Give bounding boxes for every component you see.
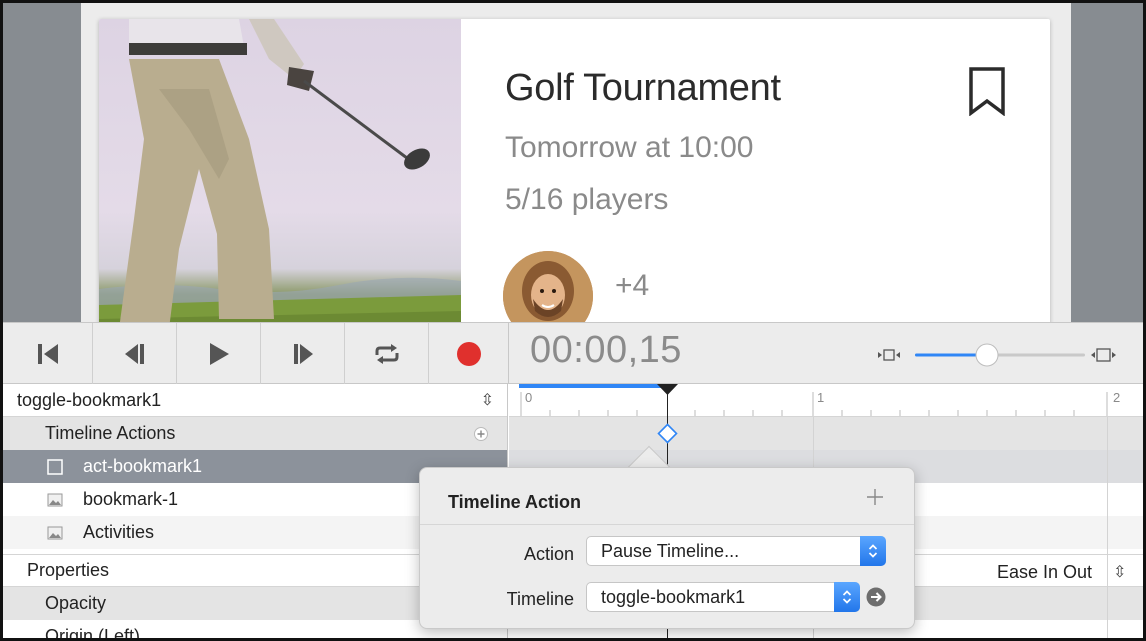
timeline-actions-label: Timeline Actions xyxy=(45,423,176,443)
rectangle-icon xyxy=(47,458,63,475)
ruler-label: 0 xyxy=(525,390,533,405)
current-time-display: 00:00,15 xyxy=(530,329,682,371)
popover-title: Timeline Action xyxy=(448,492,582,512)
image-icon xyxy=(47,526,63,539)
scene-preview: Golf Tournament Tomorrow at 10:00 5/16 p… xyxy=(3,3,1143,322)
image-icon xyxy=(47,493,63,506)
timeline-popup[interactable]: toggle-bookmark1 xyxy=(586,582,860,612)
timeline-actions-header: Timeline Actions xyxy=(3,417,507,450)
ruler-label: 1 xyxy=(817,390,825,405)
loop-button[interactable] xyxy=(345,323,429,384)
skip-to-start-button[interactable] xyxy=(3,323,93,384)
property-label: Opacity xyxy=(45,593,107,613)
timeline-action-popover: Timeline Action Action Pause Timeline...… xyxy=(419,467,915,629)
timeline-zoom-slider[interactable] xyxy=(873,343,1123,367)
add-action-icon[interactable] xyxy=(474,427,488,441)
step-forward-icon xyxy=(293,343,313,364)
step-back-icon xyxy=(124,343,144,364)
event-title: Golf Tournament xyxy=(505,67,781,109)
chevron-updown-icon xyxy=(834,582,860,612)
step-back-button[interactable] xyxy=(93,323,177,384)
property-label: Origin (Left) xyxy=(45,626,141,641)
golfer-photo xyxy=(99,19,461,322)
event-time: Tomorrow at 10:00 xyxy=(505,131,754,164)
play-button[interactable] xyxy=(177,323,261,384)
chevron-updown-icon xyxy=(860,536,886,566)
playhead-handle[interactable] xyxy=(657,384,678,396)
timeline-label: Timeline xyxy=(506,589,574,609)
list-item-label: act-bookmark1 xyxy=(83,456,203,476)
skip-to-start-icon xyxy=(37,343,58,364)
list-item-label: Activities xyxy=(83,522,155,542)
list-item-label: bookmark-1 xyxy=(83,489,179,509)
action-popup[interactable]: Pause Timeline... xyxy=(586,536,886,566)
timeline-actions-track xyxy=(509,417,1143,450)
add-icon[interactable] xyxy=(866,488,884,506)
timeline-selector-value: toggle-bookmark1 xyxy=(17,389,162,410)
loop-icon xyxy=(375,343,398,364)
zoom-out-icon xyxy=(878,349,900,361)
hype-editor-window: Golf Tournament Tomorrow at 10:00 5/16 p… xyxy=(0,0,1146,641)
action-popup-value: Pause Timeline... xyxy=(601,540,740,561)
bookmark-icon[interactable] xyxy=(967,66,1007,116)
go-to-timeline-arrow-icon[interactable] xyxy=(866,587,886,607)
grid-line xyxy=(1107,417,1108,638)
playback-toolbar: 00:00,15 xyxy=(3,322,1143,384)
record-icon xyxy=(456,341,481,366)
avatar xyxy=(503,251,593,322)
event-card[interactable]: Golf Tournament Tomorrow at 10:00 5/16 p… xyxy=(99,19,1050,322)
ruler-label: 2 xyxy=(1113,390,1121,405)
chevron-updown-icon[interactable]: ⇳ xyxy=(1113,562,1126,582)
chevron-updown-icon: ⇳ xyxy=(480,392,494,409)
action-keyframe-diamond[interactable] xyxy=(657,423,678,444)
time-ruler[interactable]: 0 1 2 xyxy=(509,384,1143,417)
step-forward-button[interactable] xyxy=(261,323,345,384)
record-button[interactable] xyxy=(429,323,509,384)
action-label: Action xyxy=(523,544,574,564)
additional-players-count: +4 xyxy=(615,269,650,302)
play-icon xyxy=(209,342,229,365)
zoom-in-icon xyxy=(1091,348,1116,362)
event-player-count: 5/16 players xyxy=(505,183,669,216)
timeline-selector[interactable]: toggle-bookmark1 ⇳ xyxy=(3,384,507,417)
properties-label: Properties xyxy=(27,560,110,580)
easing-value[interactable]: Ease In Out xyxy=(997,562,1092,583)
timeline-popup-value: toggle-bookmark1 xyxy=(601,586,746,607)
divider xyxy=(420,524,914,525)
